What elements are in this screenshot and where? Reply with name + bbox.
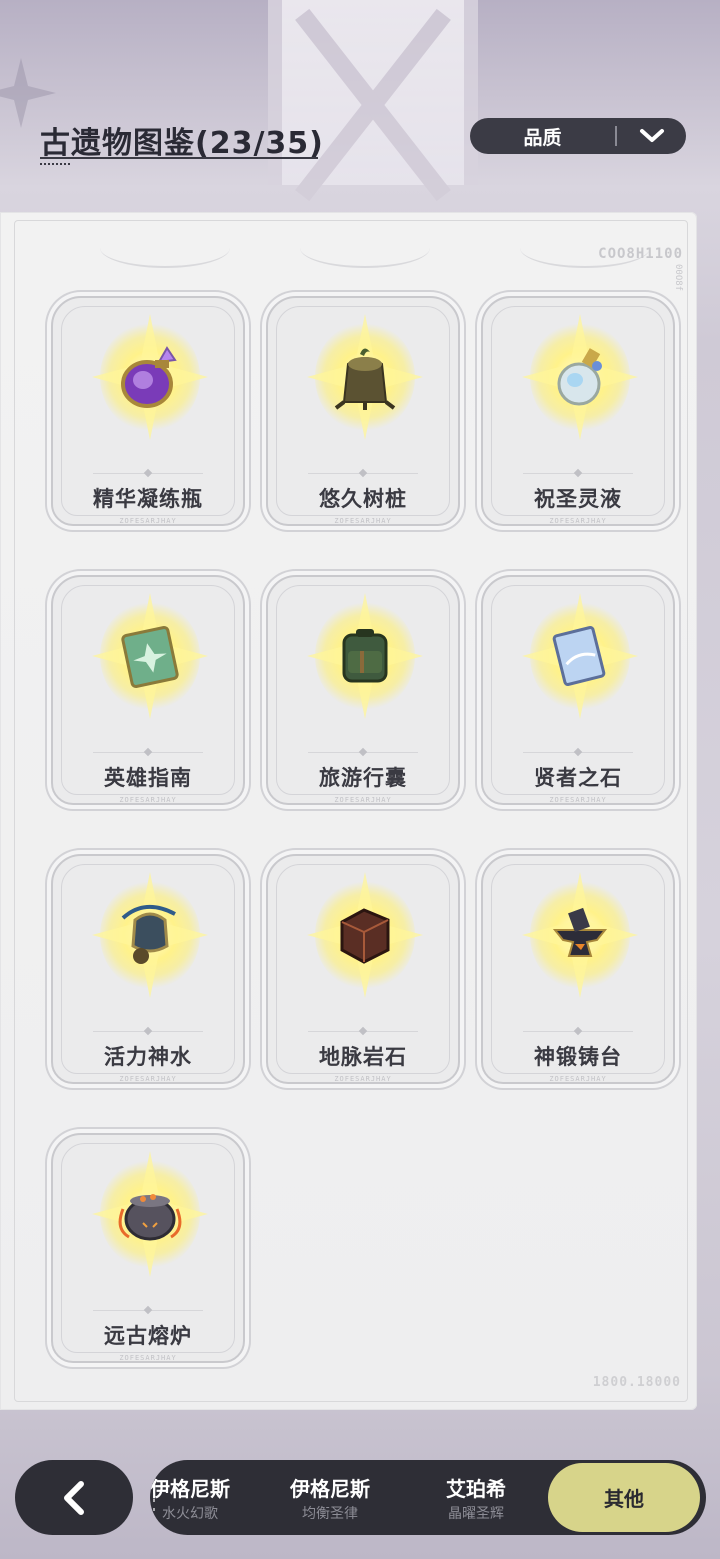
chevron-down-icon[interactable] xyxy=(617,128,686,144)
tab-epoch[interactable]: 艾珀希 晶曜圣辉 xyxy=(426,1460,526,1535)
tab-subtitle: 水火幻歌 xyxy=(162,1505,218,1522)
relic-code: ZOFESARJHAY xyxy=(119,1075,177,1083)
page-title: 古遗物图鉴(23/35) xyxy=(40,126,324,161)
tab-subtitle: 晶曜圣辉 xyxy=(448,1505,504,1522)
relic-card[interactable]: 旅游行囊 ZOFESARJHAY xyxy=(266,575,460,805)
relic-card[interactable]: 精华凝练瓶 ZOFESARJHAY xyxy=(51,296,245,526)
tab-ignis-2[interactable]: 伊格尼斯 均衡圣律 xyxy=(280,1460,380,1535)
relic-name: 旅游行囊 xyxy=(319,766,407,790)
relic-card[interactable]: 地脉岩石 ZOFESARJHAY xyxy=(266,854,460,1084)
card-divider xyxy=(308,1031,418,1032)
panel-code-bottom: 1800.18000 xyxy=(592,1375,681,1390)
card-divider xyxy=(523,1031,633,1032)
card-divider xyxy=(93,752,203,753)
card-divider xyxy=(523,473,633,474)
anvil-icon xyxy=(552,907,608,957)
relic-code: ZOFESARJHAY xyxy=(119,1354,177,1362)
card-divider xyxy=(308,473,418,474)
relic-card[interactable]: 悠久树桩 ZOFESARJHAY xyxy=(266,296,460,526)
tab-title: 艾珀希 xyxy=(446,1476,506,1501)
relic-name: 贤者之石 xyxy=(534,766,622,790)
relic-code: ZOFESARJHAY xyxy=(334,517,392,525)
relic-code: ZOFESARJHAY xyxy=(119,796,177,804)
relic-name: 地脉岩石 xyxy=(319,1045,407,1069)
relic-name: 远古熔炉 xyxy=(104,1324,192,1348)
card-divider xyxy=(308,752,418,753)
rock-cube-icon xyxy=(340,908,390,964)
panel-code-top: COO8H1100 xyxy=(598,246,683,262)
relic-code: ZOFESARJHAY xyxy=(119,517,177,525)
back-arrow-icon xyxy=(64,1480,84,1515)
relic-name: 祝圣灵液 xyxy=(534,487,622,511)
relic-card[interactable]: 活力神水 ZOFESARJHAY xyxy=(51,854,245,1084)
potion-bottle-icon xyxy=(557,348,602,406)
relic-code: ZOFESARJHAY xyxy=(549,796,607,804)
sort-label: 品质 xyxy=(523,126,562,149)
relic-card[interactable]: 神锻铸台 ZOFESARJHAY xyxy=(481,854,675,1084)
vitality-urn-icon xyxy=(121,905,176,964)
relic-card[interactable]: 祝圣灵液 ZOFESARJHAY xyxy=(481,296,675,526)
backpack-icon xyxy=(342,629,388,683)
relic-name: 神锻铸台 xyxy=(534,1045,622,1069)
tab-other-active[interactable]: 其他 xyxy=(548,1463,700,1532)
category-tabs[interactable]: 伊格尼斯 水火幻歌 伊格尼斯 均衡圣律 艾珀希 晶曜圣辉 其他 xyxy=(150,1460,706,1535)
panel-code-side: 00O8f xyxy=(673,264,683,292)
card-divider xyxy=(93,1031,203,1032)
title-underline xyxy=(40,157,318,159)
relic-code: ZOFESARJHAY xyxy=(549,517,607,525)
quality-sort-dropdown[interactable]: 品质 xyxy=(470,118,686,154)
relic-name: 精华凝练瓶 xyxy=(93,487,203,511)
bottom-navigation: 伊格尼斯 水火幻歌 伊格尼斯 均衡圣律 艾珀希 晶曜圣辉 其他 xyxy=(0,1410,720,1559)
relic-name: 悠久树桩 xyxy=(319,487,407,511)
relic-card[interactable]: 远古熔炉 ZOFESARJHAY xyxy=(51,1133,245,1363)
title-dots xyxy=(40,163,72,165)
relic-name: 活力神水 xyxy=(104,1045,192,1069)
back-button[interactable] xyxy=(15,1460,133,1535)
relic-code: ZOFESARJHAY xyxy=(334,796,392,804)
green-book-icon xyxy=(121,626,179,688)
tab-ignis-1[interactable]: 伊格尼斯 水火幻歌 xyxy=(150,1460,240,1535)
relic-code: ZOFESARJHAY xyxy=(549,1075,607,1083)
card-divider xyxy=(93,1310,203,1311)
crystal-tablet-icon xyxy=(552,626,606,686)
tab-subtitle: 均衡圣律 xyxy=(302,1505,358,1522)
relic-card[interactable]: 贤者之石 ZOFESARJHAY xyxy=(481,575,675,805)
tab-title: 伊格尼斯 xyxy=(150,1476,230,1501)
relic-collection-panel[interactable]: COO8H1100 00O8f 1800.18000 精华凝练瓶 ZOFESAR… xyxy=(0,212,697,1410)
relic-card[interactable]: 英雄指南 ZOFESARJHAY xyxy=(51,575,245,805)
tab-title: 伊格尼斯 xyxy=(290,1476,370,1501)
cauldron-icon xyxy=(118,1194,182,1241)
card-divider xyxy=(93,473,203,474)
tree-stump-icon xyxy=(334,348,396,410)
relic-name: 英雄指南 xyxy=(104,766,192,790)
purple-flask-icon xyxy=(121,346,177,408)
card-divider xyxy=(523,752,633,753)
relic-code: ZOFESARJHAY xyxy=(334,1075,392,1083)
